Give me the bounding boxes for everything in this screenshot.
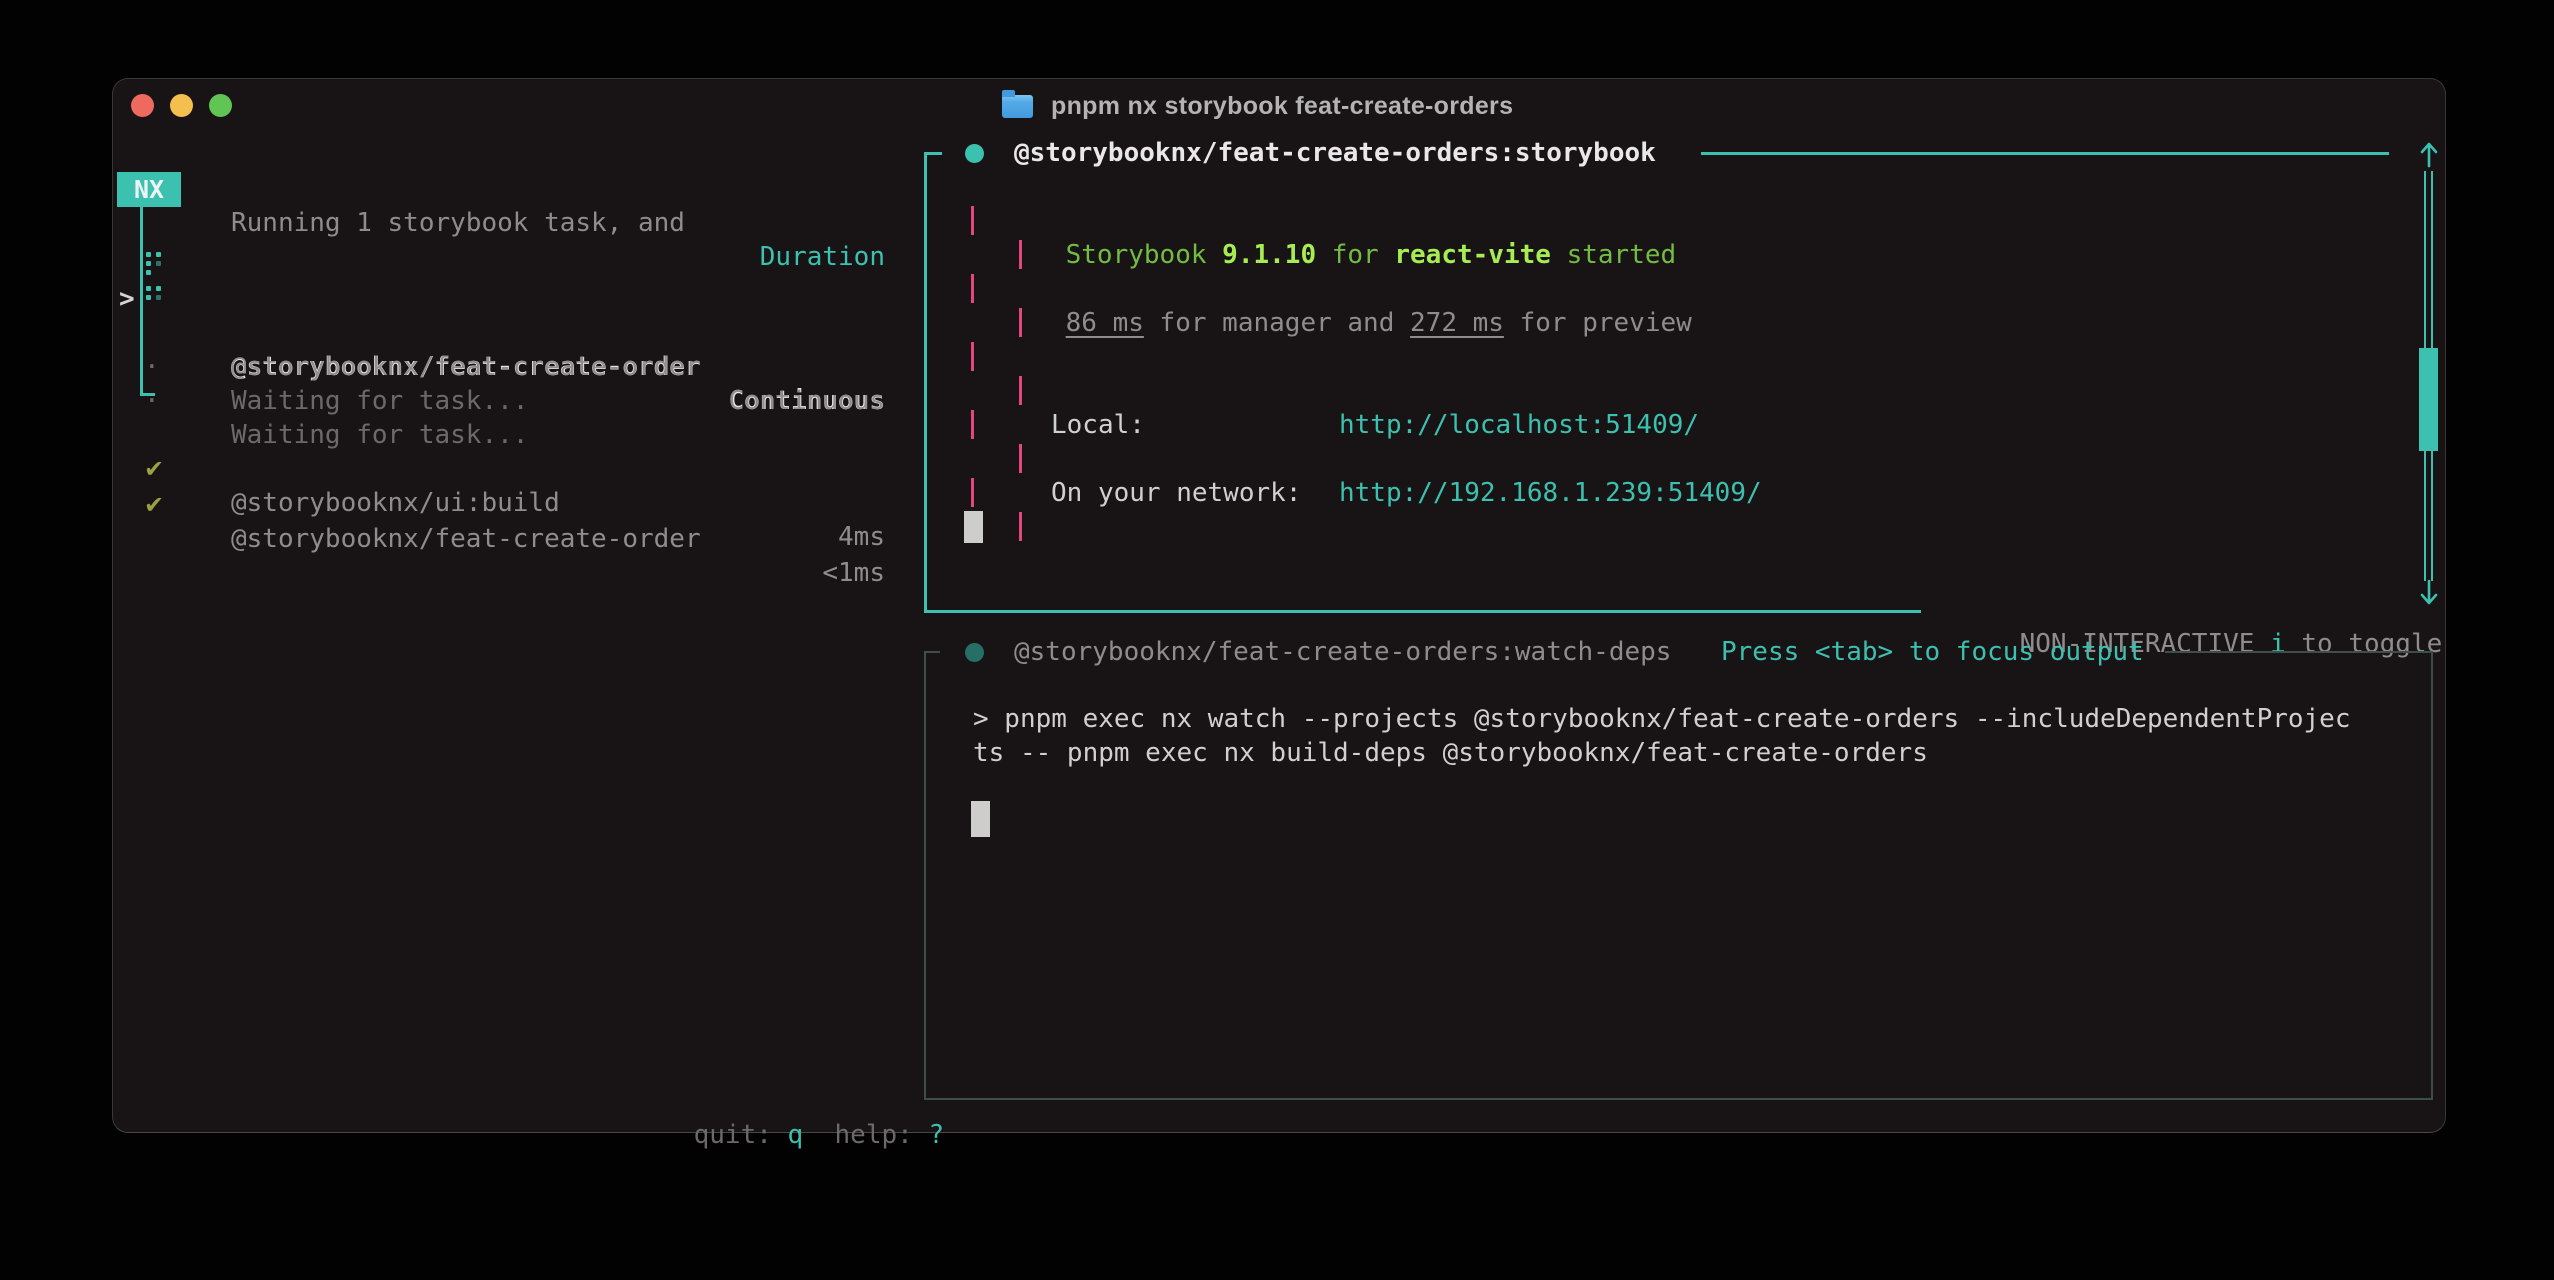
completed-task-row[interactable]: ✔ @storybooknx/ui:build 4ms bbox=[117, 418, 885, 452]
close-window-button[interactable] bbox=[131, 94, 154, 117]
storybook-framework: react-vite bbox=[1394, 240, 1551, 270]
task-row[interactable]: · Waiting for task... bbox=[117, 350, 885, 384]
storybook-started-prefix: Storybook bbox=[1066, 240, 1223, 270]
storybook-perf-line: 86 ms for manager and 272 ms for preview bbox=[1003, 272, 1692, 374]
running-status-bullet-icon bbox=[965, 144, 984, 163]
storybook-box-bar bbox=[971, 206, 974, 235]
storybook-box-bar bbox=[1019, 512, 1022, 541]
network-url-link[interactable]: http://192.168.1.239:51409/ bbox=[1339, 476, 1762, 510]
folder-icon bbox=[1002, 95, 1033, 118]
toggle-key: i bbox=[2270, 629, 2286, 659]
storybook-started-suffix: started bbox=[1551, 240, 1676, 270]
watch-command-line: > pnpm exec nx watch --projects @storybo… bbox=[973, 702, 2351, 736]
focus-output-hint: Press <tab> to focus output bbox=[1721, 635, 2144, 669]
task-duration: 4ms bbox=[838, 520, 885, 554]
scroll-up-arrow-icon[interactable] bbox=[2418, 140, 2440, 168]
storybook-box-bar bbox=[971, 342, 974, 371]
terminal-window: pnpm nx storybook feat-create-orders NX … bbox=[112, 78, 2446, 1133]
watch-panel-border-top-line bbox=[2165, 651, 2433, 653]
perf-suffix-text: for preview bbox=[1504, 308, 1692, 338]
storybook-panel-border-top-line bbox=[1701, 152, 2389, 155]
help-key: ? bbox=[928, 1120, 944, 1150]
watch-panel-title: @storybooknx/feat-create-orders:watch-de… bbox=[1014, 635, 1671, 669]
storybook-box-bar bbox=[971, 410, 974, 439]
spinner-icon bbox=[146, 286, 164, 312]
storybook-panel-title: @storybooknx/feat-create-orders:storyboo… bbox=[1014, 136, 1656, 170]
terminal-cursor bbox=[971, 801, 990, 837]
help-label: help: bbox=[803, 1120, 928, 1150]
storybook-panel-border-left bbox=[924, 152, 927, 613]
quit-key: q bbox=[788, 1120, 804, 1150]
storybook-panel-border-bottom bbox=[924, 610, 1921, 613]
watch-panel-border-bottom bbox=[924, 1098, 2433, 1100]
spinner-icon bbox=[146, 252, 164, 278]
keybinding-footer: quit: q help: ? bbox=[631, 1084, 944, 1186]
task-row[interactable]: @storybooknx/feat-create-order Continuou… bbox=[117, 282, 885, 316]
scroll-down-arrow-icon[interactable] bbox=[2418, 579, 2440, 607]
manager-time: 86 ms bbox=[1066, 308, 1144, 338]
storybook-box-bar bbox=[971, 478, 974, 507]
perf-mid-text: for manager and bbox=[1144, 308, 1410, 338]
storybook-box-bar bbox=[1019, 444, 1022, 473]
maximize-window-button[interactable] bbox=[209, 94, 232, 117]
task-row[interactable]: > @storybooknx/feat-create-order Continu… bbox=[117, 248, 885, 282]
task-name: @storybooknx/feat-create-order bbox=[231, 522, 701, 556]
watch-command-line: ts -- pnpm exec nx build-deps @storybook… bbox=[973, 736, 1928, 770]
terminal-cursor bbox=[964, 511, 983, 543]
toggle-suffix: to toggle bbox=[2286, 629, 2443, 659]
storybook-started-mid: for bbox=[1316, 240, 1394, 270]
window-title: pnpm nx storybook feat-create-orders bbox=[1051, 91, 1513, 121]
watch-panel-border-left bbox=[924, 651, 926, 1100]
task-list-header: Running 1 storybook task, and Duration bbox=[117, 172, 885, 206]
preview-time: 272 ms bbox=[1410, 308, 1504, 338]
task-row[interactable]: · Waiting for task... bbox=[117, 316, 885, 350]
local-label: Local: bbox=[1051, 408, 1145, 442]
pending-dot-icon: · bbox=[144, 384, 160, 418]
watch-panel-border-top-nub bbox=[924, 651, 940, 653]
task-status: Continuous bbox=[728, 384, 885, 418]
idle-status-bullet-icon bbox=[965, 643, 984, 662]
task-duration: <1ms bbox=[822, 556, 885, 590]
storybook-version: 9.1.10 bbox=[1222, 240, 1316, 270]
task-name: Waiting for task... bbox=[231, 384, 528, 418]
task-name: @storybooknx/ui:build bbox=[231, 486, 560, 520]
network-label: On your network: bbox=[1051, 476, 1301, 510]
check-icon: ✔ bbox=[144, 488, 164, 522]
storybook-box-bar bbox=[1019, 376, 1022, 405]
local-url-link[interactable]: http://localhost:51409/ bbox=[1339, 408, 1699, 442]
watch-panel-border-right bbox=[2431, 651, 2433, 1100]
minimize-window-button[interactable] bbox=[170, 94, 193, 117]
task-header-text: Running 1 storybook task, and bbox=[231, 206, 685, 240]
quit-label: quit: bbox=[694, 1120, 788, 1150]
completed-task-row[interactable]: ✔ @storybooknx/feat-create-order <1ms bbox=[117, 454, 885, 488]
scrollbar-thumb[interactable] bbox=[2419, 348, 2438, 451]
storybook-box-bar bbox=[971, 274, 974, 303]
